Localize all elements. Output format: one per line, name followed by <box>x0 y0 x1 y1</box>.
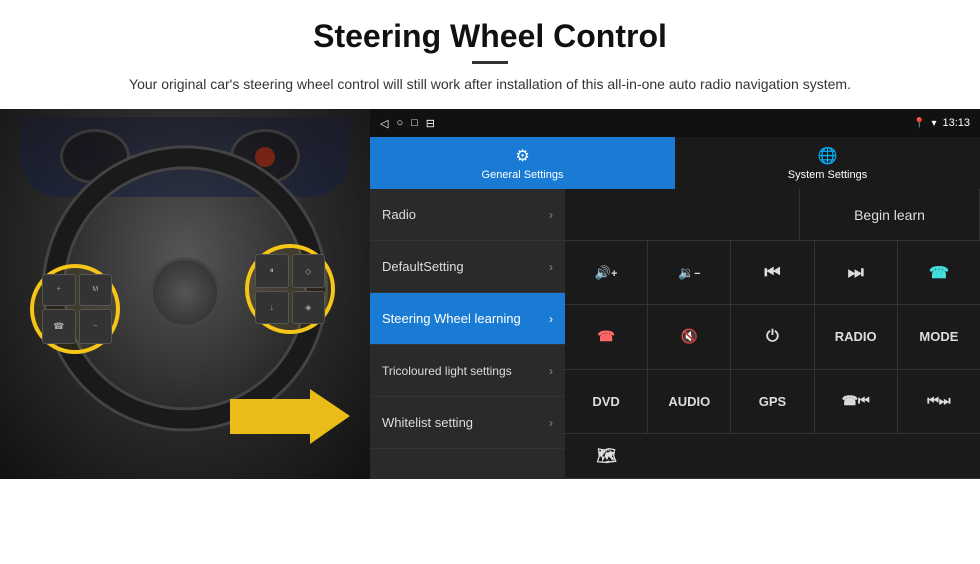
dvd-label: DVD <box>592 394 619 409</box>
begin-learn-button[interactable]: Begin learn <box>800 189 980 240</box>
gps-label: GPS <box>759 394 786 409</box>
hangup-icon: ☎ <box>597 328 614 345</box>
spoke-buttons-right: ⏸ ◇ ↓ ◈ <box>255 254 325 324</box>
ctrl-mute[interactable]: 🔇 <box>648 305 731 368</box>
page-title: Steering Wheel Control <box>40 18 940 55</box>
page-subtitle: Your original car's steering wheel contr… <box>40 74 940 95</box>
menu-whitelist-label: Whitelist setting <box>382 415 549 430</box>
menu-item-radio[interactable]: Radio › <box>370 189 565 241</box>
spoke-btn-call[interactable]: ☎ <box>42 309 76 345</box>
spoke-btn-diamond2[interactable]: ◈ <box>292 291 326 324</box>
vol-up-icon: 🔊+ <box>595 265 618 281</box>
ctrl-prev-track[interactable]: ⏮ <box>731 241 814 304</box>
controls-grid: 🔊+ 🔉− ⏮ ⏭ ☎ <box>565 241 980 479</box>
mute-icon: 🔇 <box>681 328 698 345</box>
ctrl-call-prev[interactable]: ☎⏮ <box>815 370 898 433</box>
radio-label: RADIO <box>835 329 877 344</box>
mode-label: MODE <box>919 329 958 344</box>
spoke-buttons-left: + M ☎ − <box>42 274 112 344</box>
prev-track-icon: ⏮ <box>764 262 780 283</box>
ctrl-gps[interactable]: GPS <box>731 370 814 433</box>
menu-tricoloured-label: Tricoloured light settings <box>382 364 549 378</box>
menu-item-steering[interactable]: Steering Wheel learning › <box>370 293 565 345</box>
menu-steering-label: Steering Wheel learning <box>382 311 549 326</box>
title-section: Steering Wheel Control Your original car… <box>0 18 980 109</box>
vol-down-icon: 🔉− <box>678 265 701 281</box>
status-right: 📍 ▾ 13:13 <box>913 117 970 129</box>
home-icon[interactable]: ○ <box>396 117 403 129</box>
location-icon: 📍 <box>913 118 925 129</box>
ctrl-power[interactable]: ⏻ <box>731 305 814 368</box>
title-divider <box>472 61 508 64</box>
spoke-btn-arrow[interactable]: ↓ <box>255 291 289 324</box>
tab-system-settings[interactable]: 🌐 System Settings <box>675 137 980 189</box>
chevron-icon-radio: › <box>549 208 553 222</box>
ctrl-audio[interactable]: AUDIO <box>648 370 731 433</box>
menu-item-default[interactable]: DefaultSetting › <box>370 241 565 293</box>
control-row-2: ☎ 🔇 ⏻ RADIO MOD <box>565 305 980 369</box>
chevron-icon-whitelist: › <box>549 416 553 430</box>
audio-label: AUDIO <box>668 394 710 409</box>
tab-system-label: System Settings <box>788 169 867 181</box>
control-row-3: DVD AUDIO GPS ☎⏮ <box>565 370 980 434</box>
spoke-btn-diamond[interactable]: ◇ <box>292 254 326 288</box>
top-tabs: ⚙ General Settings 🌐 System Settings <box>370 137 980 189</box>
control-row-4: 🗺 <box>565 434 980 479</box>
steering-wheel-image: + M ☎ − ⏸ ◇ ↓ ◈ <box>0 109 370 479</box>
ctrl-prev-next[interactable]: ⏮⏭ <box>898 370 980 433</box>
blank-cell <box>565 189 800 240</box>
ctrl-radio[interactable]: RADIO <box>815 305 898 368</box>
system-settings-icon: 🌐 <box>818 146 838 166</box>
ctrl-answer-call[interactable]: ☎ <box>898 241 980 304</box>
back-icon[interactable]: ◁ <box>380 117 388 130</box>
menu-default-label: DefaultSetting <box>382 259 549 274</box>
content-row: + M ☎ − ⏸ ◇ ↓ ◈ <box>0 109 980 479</box>
ctrl-vol-down[interactable]: 🔉− <box>648 241 731 304</box>
map-icon: 🗺 <box>596 446 616 466</box>
wheel-center <box>150 258 220 328</box>
tab-general-settings[interactable]: ⚙ General Settings <box>370 137 675 189</box>
begin-learn-label: Begin learn <box>854 207 925 223</box>
ctrl-map[interactable]: 🗺 <box>565 434 648 478</box>
chevron-icon-default: › <box>549 260 553 274</box>
page-container: Steering Wheel Control Your original car… <box>0 0 980 564</box>
arrow-indicator <box>230 389 350 449</box>
menu-radio-label: Radio <box>382 207 549 222</box>
ctrl-next-track[interactable]: ⏭ <box>815 241 898 304</box>
chevron-icon-tricoloured: › <box>549 364 553 378</box>
prev-next-icon: ⏮⏭ <box>927 393 950 409</box>
gauge-indicator <box>255 147 275 167</box>
menu-item-tricoloured[interactable]: Tricoloured light settings › <box>370 345 565 397</box>
ctrl-mode[interactable]: MODE <box>898 305 980 368</box>
next-track-icon: ⏭ <box>848 262 864 283</box>
general-settings-icon: ⚙ <box>515 146 529 166</box>
right-controls: Begin learn 🔊+ 🔉− <box>565 189 980 479</box>
menu-icon[interactable]: ⊟ <box>426 117 435 130</box>
spoke-btn-media[interactable]: ⏸ <box>255 254 289 288</box>
power-icon: ⏻ <box>766 328 779 346</box>
call-prev-icon: ☎⏮ <box>842 393 870 409</box>
spoke-btn-vol-up[interactable]: + <box>42 274 76 306</box>
chevron-icon-steering: › <box>549 312 553 326</box>
begin-learn-row: Begin learn <box>565 189 980 241</box>
android-panel: ◁ ○ □ ⊟ 📍 ▾ 13:13 ⚙ General Settings <box>370 109 980 479</box>
main-area: Radio › DefaultSetting › Steering Wheel … <box>370 189 980 479</box>
spoke-btn-vol-down[interactable]: − <box>79 309 113 345</box>
tab-general-label: General Settings <box>482 169 564 181</box>
menu-item-whitelist[interactable]: Whitelist setting › <box>370 397 565 449</box>
ctrl-dvd[interactable]: DVD <box>565 370 648 433</box>
control-row-1: 🔊+ 🔉− ⏮ ⏭ ☎ <box>565 241 980 305</box>
recents-icon[interactable]: □ <box>411 117 418 129</box>
left-menu: Radio › DefaultSetting › Steering Wheel … <box>370 189 565 479</box>
answer-call-icon: ☎ <box>929 263 949 283</box>
clock: 13:13 <box>942 117 970 129</box>
ctrl-hangup[interactable]: ☎ <box>565 305 648 368</box>
ctrl-vol-up[interactable]: 🔊+ <box>565 241 648 304</box>
nav-icons: ◁ ○ □ ⊟ <box>380 117 435 130</box>
wifi-icon: ▾ <box>931 118 936 129</box>
status-bar: ◁ ○ □ ⊟ 📍 ▾ 13:13 <box>370 109 980 137</box>
spoke-btn-mode[interactable]: M <box>79 274 113 306</box>
